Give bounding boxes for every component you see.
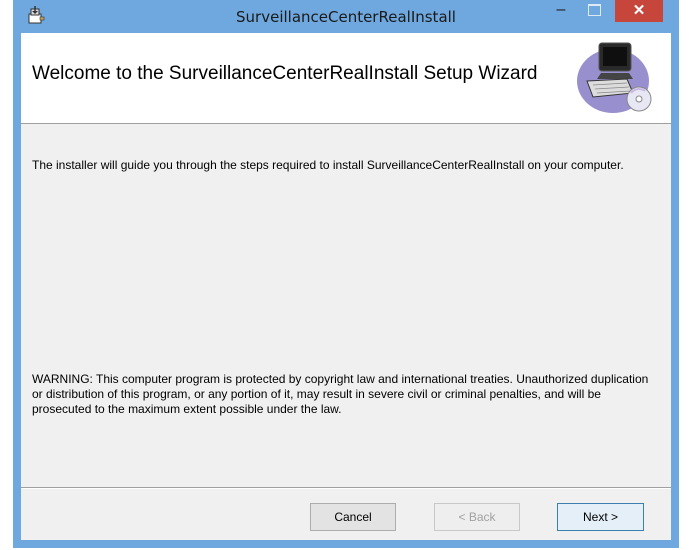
cancel-button[interactable]: Cancel: [310, 503, 396, 531]
close-button[interactable]: ✕: [615, 0, 663, 22]
back-button[interactable]: < Back: [434, 503, 520, 531]
minimize-button[interactable]: –: [548, 2, 574, 22]
next-button[interactable]: Next >: [557, 503, 644, 531]
copyright-warning-text: WARNING: This computer program is protec…: [32, 372, 649, 416]
footer-divider: [21, 487, 671, 489]
maximize-icon: [588, 4, 601, 16]
window-title: SurveillanceCenterRealInstall: [236, 8, 456, 26]
intro-text: The installer will guide you through the…: [32, 158, 624, 172]
maximize-button[interactable]: [581, 2, 607, 22]
title-bar[interactable]: SurveillanceCenterRealInstall – ✕: [13, 0, 679, 33]
wizard-client-area: Welcome to the SurveillanceCenterRealIns…: [21, 33, 671, 540]
computer-disc-icon: [577, 42, 652, 113]
wizard-heading: Welcome to the SurveillanceCenterRealIns…: [32, 63, 538, 84]
wizard-banner: Welcome to the SurveillanceCenterRealIns…: [21, 33, 671, 124]
installer-window: SurveillanceCenterRealInstall – ✕ Welcom…: [13, 0, 679, 548]
